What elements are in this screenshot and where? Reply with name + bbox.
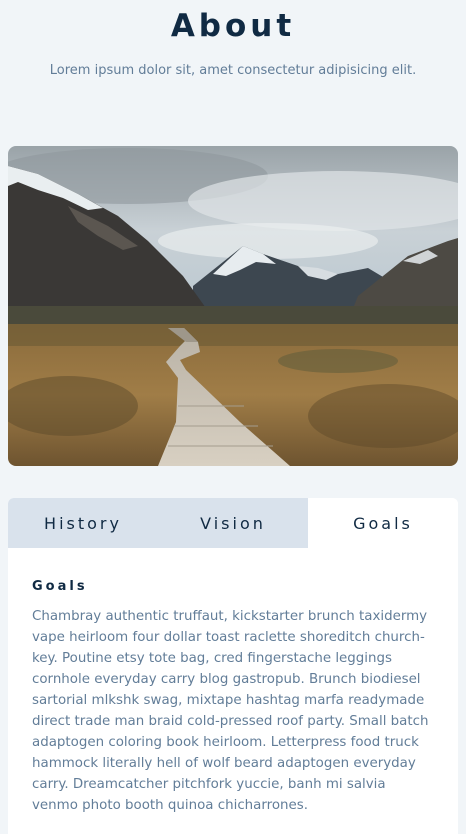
tab-goals[interactable]: Goals <box>308 498 458 548</box>
page-subtitle: Lorem ipsum dolor sit, amet consectetur … <box>49 63 417 78</box>
panel-heading: Goals <box>32 579 88 594</box>
tab-panel: Goals Chambray authentic truffaut, kicks… <box>8 548 458 816</box>
tabs-card: History Vision Goals Goals Chambray auth… <box>8 498 458 834</box>
about-section: About Lorem ipsum dolor sit, amet consec… <box>0 0 466 834</box>
tab-bar: History Vision Goals <box>8 498 458 548</box>
panel-text: Chambray authentic truffaut, kickstarter… <box>32 609 429 813</box>
hero-image <box>8 146 458 466</box>
tab-history[interactable]: History <box>8 498 158 548</box>
page-title: About <box>170 8 296 44</box>
tab-vision[interactable]: Vision <box>158 498 308 548</box>
